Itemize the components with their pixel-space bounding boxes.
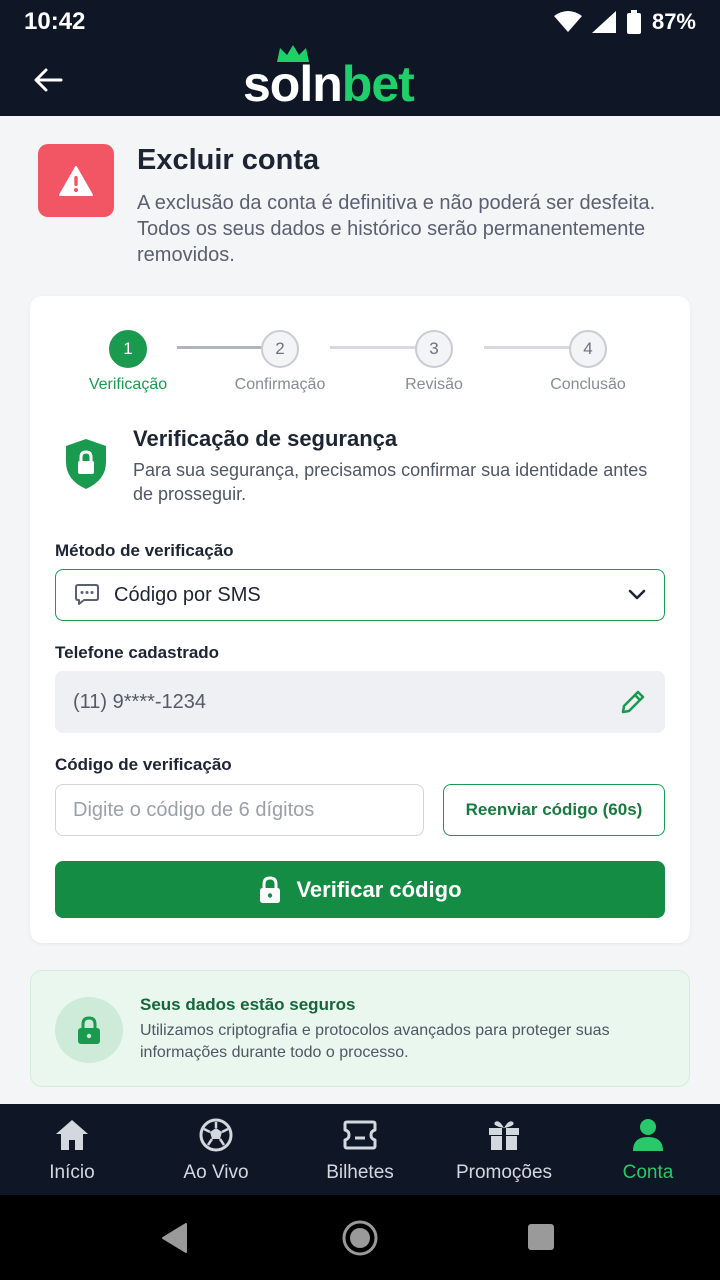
status-time: 10:42 xyxy=(24,8,86,35)
verify-button-label: Verificar código xyxy=(296,876,462,902)
battery-percent: 87% xyxy=(651,9,696,34)
user-icon xyxy=(633,1118,663,1151)
battery-icon xyxy=(626,10,641,34)
bottom-navigation: Início Ao Vivo Bilhetes Promoções Conta xyxy=(0,1104,720,1195)
code-label: Código de verificação xyxy=(55,755,232,774)
triangle-back-icon xyxy=(162,1223,187,1253)
step-4-label: Conclusão xyxy=(550,376,626,393)
security-title: Verificação de segurança xyxy=(133,426,398,451)
method-label: Método de verificação xyxy=(55,541,234,560)
nav-item-promocoes[interactable]: Promoções xyxy=(432,1104,576,1195)
phone-label: Telefone cadastrado xyxy=(55,643,220,662)
verify-code-button[interactable]: Verificar código xyxy=(55,861,665,918)
page-title: Excluir conta xyxy=(137,144,320,176)
ticket-icon xyxy=(343,1120,377,1149)
safe-notice-title: Seus dados estão seguros xyxy=(140,995,356,1014)
step-2-label: Confirmação xyxy=(234,376,326,393)
circle-home-icon xyxy=(342,1220,378,1256)
verification-card: 1 2 3 4 Verificação Confirmação Revisão … xyxy=(30,296,690,943)
system-recents-button[interactable] xyxy=(527,1223,555,1256)
nav-item-inicio[interactable]: Início xyxy=(0,1104,144,1195)
resend-code-button[interactable]: Reenviar código (60s) xyxy=(443,784,665,836)
stepper: 1 2 3 4 Verificação Confirmação Revisão … xyxy=(30,330,690,400)
step-4-circle: 4 xyxy=(569,330,607,368)
step-1-circle: 1 xyxy=(109,330,147,368)
back-button[interactable] xyxy=(28,62,68,98)
nav-icon-ao-vivo xyxy=(198,1116,234,1154)
safe-notice-description: Utilizamos criptografia e protocolos ava… xyxy=(140,1022,610,1061)
phone-value: (11) 9****-1234 xyxy=(73,690,207,713)
nav-label-inicio: Início xyxy=(49,1161,95,1183)
nav-label-conta: Conta xyxy=(622,1161,674,1183)
chat-bubble-icon xyxy=(75,584,99,605)
nav-icon-home xyxy=(54,1116,90,1154)
verification-code-input[interactable] xyxy=(55,784,424,836)
logo-text-bet: bet xyxy=(341,56,415,112)
security-block: Verificação de segurança Para sua segura… xyxy=(64,426,664,506)
phone-field: (11) 9****-1234 xyxy=(55,671,665,733)
shield-lock-icon xyxy=(66,439,106,489)
solnbet-logo: soln bet xyxy=(243,45,415,114)
verification-method-value: Código por SMS xyxy=(114,583,261,606)
system-home-button[interactable] xyxy=(341,1219,379,1262)
status-icons: 87% xyxy=(553,9,696,35)
warning-icon-box xyxy=(38,144,114,217)
step-3-label: Revisão xyxy=(405,376,463,393)
nav-icon-bilhetes xyxy=(342,1116,378,1154)
arrow-left-icon xyxy=(34,68,63,92)
nav-item-conta[interactable]: Conta xyxy=(576,1104,720,1195)
step-2-circle: 2 xyxy=(261,330,299,368)
square-recents-icon xyxy=(528,1224,554,1250)
nav-item-ao-vivo[interactable]: Ao Vivo xyxy=(144,1104,288,1195)
lock-icon xyxy=(78,1016,100,1044)
warning-description: A exclusão da conta é definitiva e não p… xyxy=(137,192,656,266)
system-navigation-bar xyxy=(0,1195,720,1280)
status-bar: 10:42 87% xyxy=(0,0,720,44)
step-3-circle: 3 xyxy=(415,330,453,368)
safe-lock-icon-circle xyxy=(55,997,123,1063)
warning-triangle-icon xyxy=(59,165,93,196)
lock-icon xyxy=(260,875,281,903)
nav-label-promocoes: Promoções xyxy=(455,1161,553,1183)
chevron-down-icon xyxy=(628,589,646,600)
security-description: Para sua segurança, precisamos confirmar… xyxy=(133,460,648,504)
main-content: Excluir conta A exclusão da conta é defi… xyxy=(0,116,720,1104)
edit-phone-button[interactable] xyxy=(619,688,647,716)
crown-icon xyxy=(277,45,309,62)
soccer-ball-icon xyxy=(199,1118,233,1151)
system-back-button[interactable] xyxy=(160,1222,188,1259)
nav-icon-promocoes xyxy=(487,1116,521,1154)
nav-label-bilhetes: Bilhetes xyxy=(326,1161,394,1183)
home-icon xyxy=(56,1119,88,1150)
verification-method-select[interactable]: Código por SMS xyxy=(55,569,665,621)
step-1-label: Verificação xyxy=(88,376,168,393)
wifi-icon xyxy=(553,11,582,32)
app-header: soln bet xyxy=(0,44,720,116)
gift-icon xyxy=(489,1120,519,1150)
nav-item-bilhetes[interactable]: Bilhetes xyxy=(288,1104,432,1195)
nav-icon-conta xyxy=(632,1116,664,1154)
nav-label-ao-vivo: Ao Vivo xyxy=(183,1161,249,1183)
pencil-icon xyxy=(621,690,645,714)
data-safe-notice: Seus dados estão seguros Utilizamos crip… xyxy=(30,970,690,1087)
signal-icon xyxy=(591,11,616,33)
